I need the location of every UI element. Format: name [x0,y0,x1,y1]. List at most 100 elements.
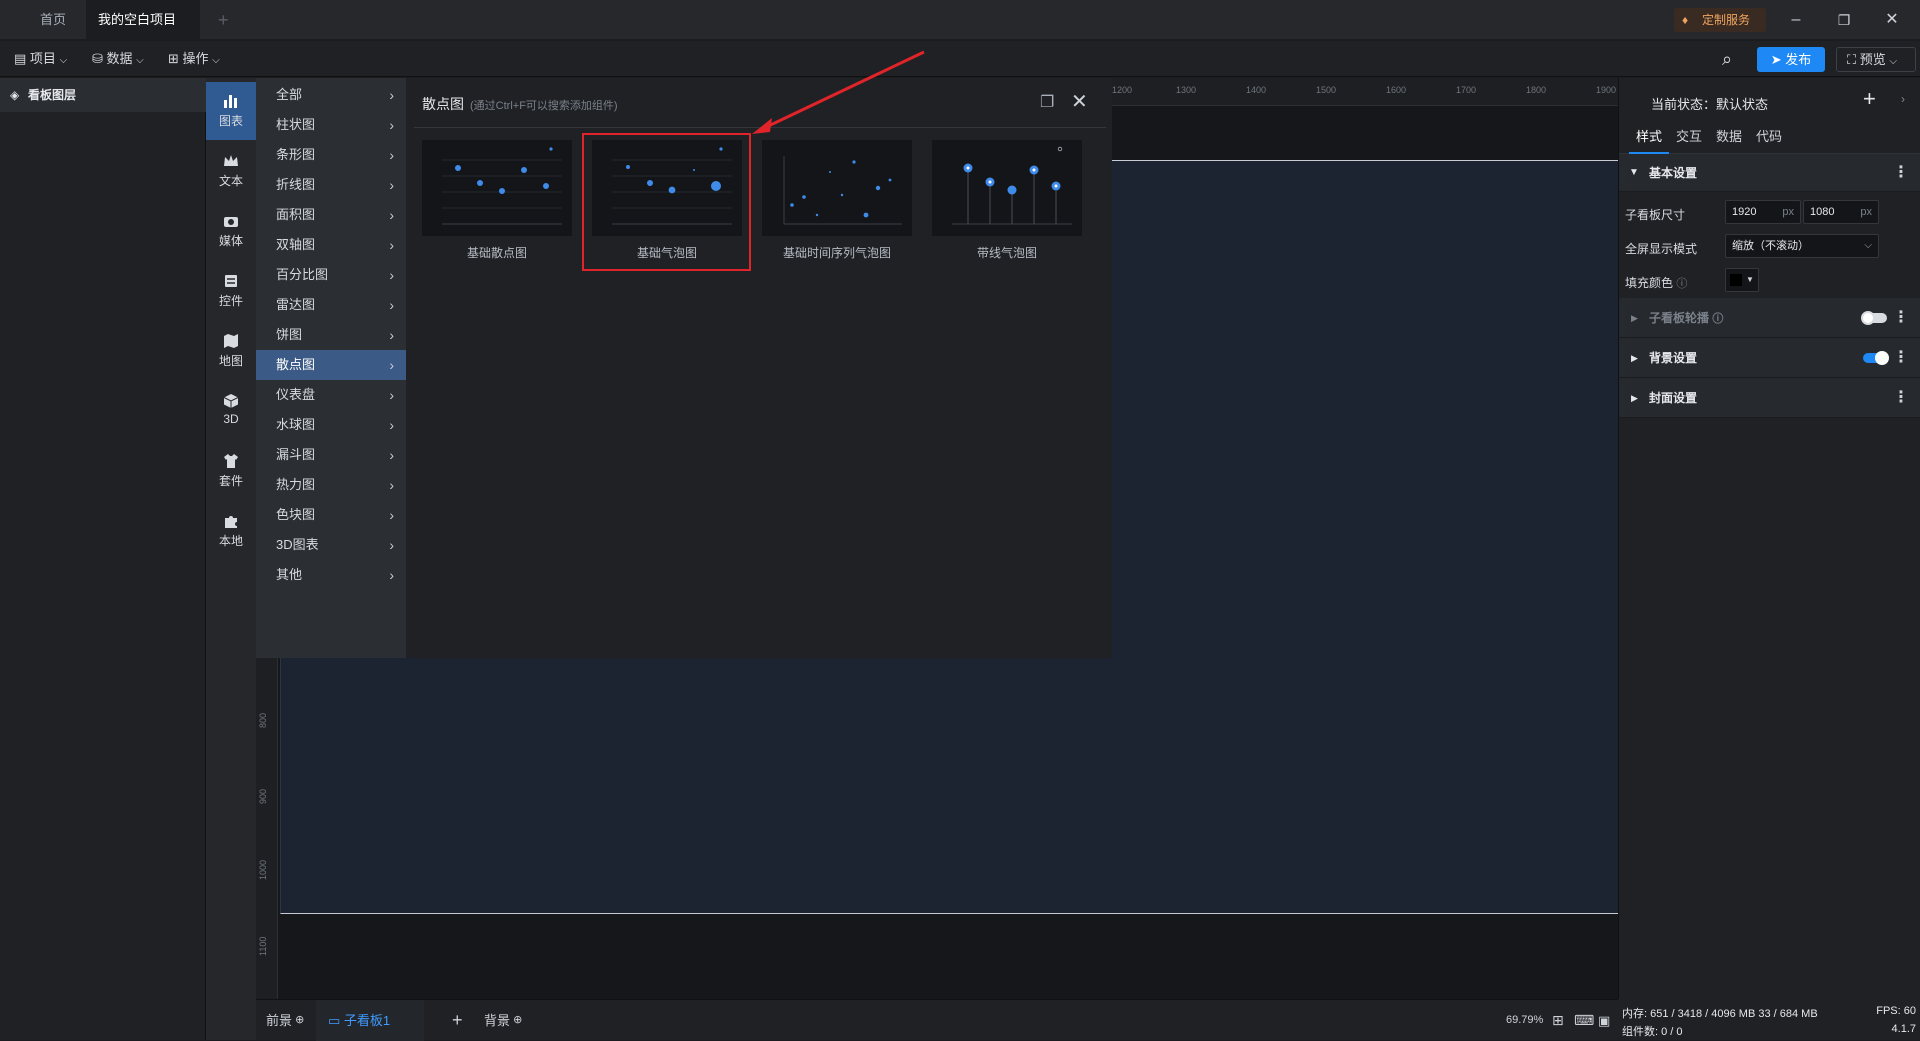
sidebar-item-text[interactable]: 文本 [206,142,256,200]
background-settings-section[interactable]: ▶ 背景设置 ⋮ [1619,338,1920,378]
publish-label: 发布 [1785,52,1812,67]
board-width-input[interactable]: 1920 px [1725,200,1801,224]
chevron-right-icon: › [389,387,394,403]
zoom-level[interactable]: 69.79% [1506,1000,1543,1041]
basic-settings-section[interactable]: ▼ 基本设置 ⋮ [1619,154,1920,192]
category-item[interactable]: 热力图 › [256,470,406,500]
category-item[interactable]: 色块图 › [256,500,406,530]
category-item[interactable]: 仪表盘 › [256,380,406,410]
more-icon[interactable]: ⋮ [1893,154,1909,192]
fill-color-picker[interactable]: ▼ [1725,268,1759,292]
category-item[interactable]: 百分比图 › [256,260,406,290]
background-tab[interactable]: 背景 ⊕ [484,1000,522,1041]
fullscreen-mode-select[interactable]: 缩放（不滚动） ⌵ [1725,234,1879,258]
caret-right-icon: ▶ [1631,313,1638,323]
category-item[interactable]: 漏斗图 › [256,440,406,470]
board-height-input[interactable]: 1080 px [1803,200,1879,224]
copy-icon[interactable]: ❐ [1040,92,1054,112]
sidebar-item-media[interactable]: 媒体 [206,202,256,260]
card-basic-scatter[interactable]: 基础散点图 [422,140,572,262]
category-label: 双轴图 [276,237,316,252]
add-state-button[interactable]: + [1863,86,1876,112]
category-item[interactable]: 折线图 › [256,170,406,200]
category-item[interactable]: 水球图 › [256,410,406,440]
sidebar-item-map[interactable]: 地图 [206,322,256,380]
chevron-right-icon[interactable]: › [1901,92,1905,106]
category-item[interactable]: 3D图表 › [256,530,406,560]
board-width-value: 1920 [1732,206,1757,218]
fullscreen-mode-value: 缩放（不滚动） [1732,240,1809,252]
terminal-icon[interactable]: ▣ [1598,1000,1610,1041]
red-arrow-annotation [752,50,925,134]
carousel-toggle[interactable] [1861,311,1887,325]
category-item[interactable]: 饼图 › [256,320,406,350]
chevron-down-icon: ⌵ [1889,56,1897,67]
more-icon[interactable]: ⋮ [1893,298,1909,338]
chevron-down-icon: ⌵ [212,55,220,66]
category-item[interactable]: 面积图 › [256,200,406,230]
card-line-bubble[interactable]: 带线气泡图 [932,140,1082,262]
minimize-button[interactable]: – [1772,0,1820,40]
search-icon[interactable]: ⌕ [1722,41,1732,77]
tab-data[interactable]: 数据 [1709,120,1749,154]
preview-button[interactable]: ⛶ 预览 ⌵ [1836,47,1916,72]
category-item[interactable]: 条形图 › [256,140,406,170]
restore-button[interactable]: ❐ [1820,0,1868,40]
tab-style[interactable]: 样式 [1629,120,1669,154]
fit-screen-icon[interactable]: ⊞ [1552,1000,1564,1041]
send-icon: ➤ [1770,52,1782,67]
help-icon[interactable]: ⓘ [1712,313,1723,325]
category-item[interactable]: 散点图 › [256,350,406,380]
caret-right-icon: ▶ [1631,393,1638,403]
category-item[interactable]: 雷达图 › [256,290,406,320]
property-tabs: 样式 交互 数据 代码 [1619,120,1920,154]
board-tab[interactable]: ▭ 子看板1 [316,1000,424,1041]
chevron-right-icon: › [389,357,394,373]
card-time-series-bubble[interactable]: 基础时间序列气泡图 [762,140,912,262]
data-menu[interactable]: ⛁ 数据 ⌵ [92,41,144,77]
carousel-section[interactable]: ▶ 子看板轮播 ⓘ ⋮ [1619,298,1920,338]
unit-label: px [1860,206,1872,218]
publish-button[interactable]: ➤ 发布 [1757,47,1825,72]
category-item[interactable]: 柱状图 › [256,110,406,140]
keyboard-icon[interactable]: ⌨ [1574,1000,1594,1041]
sidebar-item-chart[interactable]: 图表 [206,82,256,140]
board-size-label: 子看板尺寸 [1625,208,1686,222]
sidebar-item-widget[interactable]: 控件 [206,262,256,320]
cover-settings-section[interactable]: ▶ 封面设置 ⋮ [1619,378,1920,418]
add-tab-button[interactable]: + [206,0,241,40]
sidebar-item-label: 媒体 [218,234,243,248]
tab-home[interactable]: 首页 [20,0,86,40]
close-icon[interactable]: ✕ [1071,89,1088,114]
map-icon [224,334,238,348]
category-item[interactable]: 全部 › [256,80,406,110]
ruler-tick: 1700 [1456,85,1477,95]
foreground-tab[interactable]: 前景 ⊕ [266,1000,304,1041]
fill-color-label: 填充颜色 ⓘ [1625,274,1687,291]
add-board-button[interactable]: + [452,1000,463,1041]
tab-code[interactable]: 代码 [1749,120,1789,154]
more-icon[interactable]: ⋮ [1893,378,1909,418]
more-icon[interactable]: ⋮ [1893,338,1909,378]
sidebar-item-local[interactable]: 本地 [206,502,256,560]
close-window-button[interactable]: ✕ [1868,0,1916,40]
tab-interaction[interactable]: 交互 [1669,120,1709,154]
project-menu[interactable]: ▤ 项目 ⌵ [14,41,67,77]
category-item[interactable]: 双轴图 › [256,230,406,260]
custom-service-button[interactable]: ♦ 定制服务 [1674,8,1766,32]
tab-project[interactable]: 我的空白项目 [86,0,200,65]
add-circle-icon[interactable]: ⊕ [292,1014,304,1026]
sidebar-item-3d[interactable]: 3D [206,382,256,440]
chevron-down-icon: ⌵ [136,55,144,66]
add-circle-icon[interactable]: ⊕ [510,1014,522,1026]
help-icon[interactable]: ⓘ [1676,278,1687,290]
category-label: 仪表盘 [276,387,316,402]
highlight-box [582,133,751,271]
cover-settings-label: 封面设置 [1649,391,1698,405]
operate-menu[interactable]: ⊞ 操作 ⌵ [168,41,220,77]
operate-menu-label: 操作 [182,51,209,66]
category-label: 面积图 [276,207,316,222]
sidebar-item-kit[interactable]: 套件 [206,442,256,500]
category-item[interactable]: 其他 › [256,560,406,590]
background-toggle[interactable] [1863,351,1889,365]
